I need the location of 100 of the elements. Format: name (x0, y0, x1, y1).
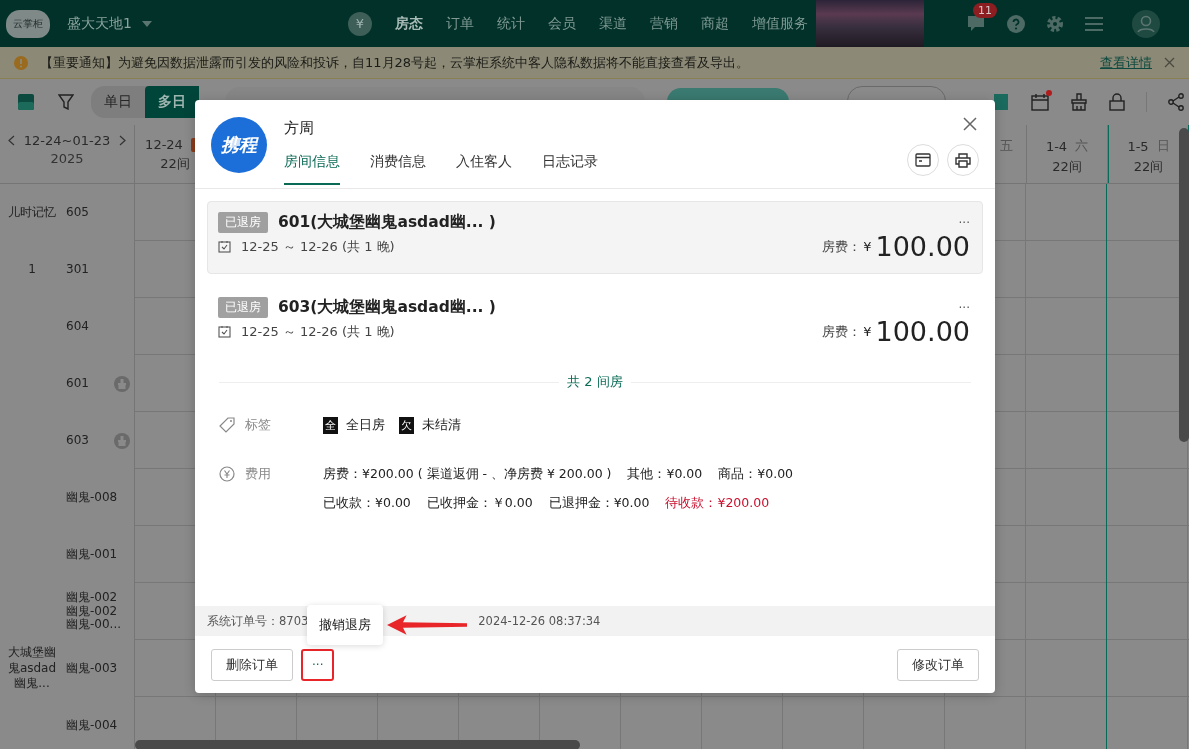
room-fee-amount: 100.00 (875, 233, 970, 260)
fee-item: 房费：¥200.00 ( 渠道返佣 - 、净房费 ¥ 200.00 ) (323, 465, 612, 483)
date-range: 12-24~01-23 (23, 133, 111, 148)
room-number[interactable]: 301 (66, 262, 89, 277)
message-count-badge: 11 (972, 2, 997, 18)
nav-menu-item[interactable]: 会员 (547, 14, 576, 33)
room-card[interactable]: 已退房 601(大城堡幽鬼asdad幽... ) ··· 12-25 ～ 12-26 (共 1 晚) 房费：¥100.00 (207, 201, 983, 274)
room-type-label: 儿时记忆 (7, 204, 57, 221)
avatar-icon[interactable] (1131, 9, 1160, 38)
nav-menu-item[interactable]: 增值服务 (751, 14, 808, 33)
previous-icon[interactable] (7, 135, 15, 146)
cloud-logo[interactable]: 云掌柜 (6, 9, 50, 38)
menu-icon[interactable] (1084, 16, 1103, 31)
room-title: 601(大城堡幽鬼asdad幽... ) (278, 212, 496, 233)
room-count: 22间 (1052, 158, 1082, 176)
filter-icon[interactable] (58, 94, 74, 110)
vertical-scrollbar[interactable] (1179, 128, 1189, 442)
tag-label: 全日房 (346, 416, 385, 434)
dialog-tab[interactable]: 消费信息 (370, 153, 426, 185)
fee-item: 其他：¥0.00 (627, 465, 703, 483)
edit-order-button[interactable]: 修改订单 (897, 648, 979, 681)
guest-name: 方周 (284, 119, 315, 138)
fee-item: 已收押金：￥0.00 (426, 494, 533, 512)
dialog-tab[interactable]: 日志记录 (542, 153, 598, 185)
dialog-tab[interactable]: 房间信息 (284, 153, 340, 185)
tag-label: 未结清 (422, 416, 461, 434)
more-button[interactable]: ··· (958, 300, 970, 315)
nav-menu-item[interactable]: 房态 (394, 14, 423, 33)
tag-icon (219, 417, 235, 433)
help-icon[interactable] (1006, 14, 1025, 33)
stay-dates: 12-25 ～ 12-26 (共 1 晚) (241, 237, 395, 256)
room-number[interactable]: 604 (66, 319, 89, 334)
nav-menu-item[interactable]: 营销 (649, 14, 678, 33)
chat-icon[interactable] (965, 14, 986, 33)
notice-text: 【重要通知】为避免因数据泄露而引发的风险和投诉，自11月28号起，云掌柜系统中客人隐私数据将不能直接查看及导出。 (40, 53, 750, 72)
day-date: 1-5 (1127, 138, 1149, 154)
settings-icon[interactable] (1045, 14, 1064, 33)
more-button[interactable]: ··· (958, 215, 970, 230)
fee-item: 商品：¥0.00 (718, 465, 794, 483)
day-date: 1-4 (1045, 138, 1068, 154)
card-icon (915, 153, 931, 167)
fee-label: 房费： (822, 237, 862, 256)
fee-item: 待收款：¥200.00 (665, 494, 770, 512)
warning-icon (14, 55, 28, 70)
close-icon[interactable] (963, 117, 977, 131)
close-icon[interactable] (1164, 57, 1175, 68)
view-mode-tab[interactable]: 单日 (91, 86, 145, 118)
view-mode-tab[interactable]: 多日 (145, 86, 199, 118)
calendar-check-icon (218, 325, 231, 338)
room-number[interactable]: 603 (66, 433, 89, 448)
share-icon[interactable] (1168, 93, 1184, 111)
fee-item: 已退押金：¥0.00 (548, 494, 650, 512)
room-count: 22间 (1133, 158, 1164, 176)
lock-icon[interactable] (1109, 93, 1125, 111)
undo-checkout-item[interactable]: 撤销退房 (319, 617, 371, 632)
room-number[interactable]: 幽鬼-004 (66, 718, 118, 733)
room-number[interactable]: 幽鬼-001 (66, 547, 118, 562)
calendar-check-icon (218, 240, 231, 253)
room-count: 22间 (160, 155, 190, 173)
room-number[interactable]: 幽鬼-008 (66, 490, 118, 505)
yen-circle-icon (219, 466, 235, 482)
room-type-label: 1 (27, 261, 37, 278)
room-number[interactable]: 605 (66, 205, 89, 220)
currency-symbol: ¥ (863, 239, 872, 254)
calendar-icon[interactable] (1031, 93, 1049, 111)
room-number[interactable]: 幽鬼-002 幽鬼-002 幽鬼-00... (66, 590, 122, 633)
next-icon[interactable] (119, 135, 127, 146)
checked-out-tag: 已退房 (218, 212, 268, 233)
room-title: 603(大城堡幽鬼asdad幽... ) (278, 297, 496, 318)
room-number[interactable]: 幽鬼-003 (66, 661, 118, 676)
card-button[interactable] (907, 144, 939, 176)
hotel-name[interactable]: 盛大天地1 (67, 14, 132, 33)
more-actions-button[interactable]: ··· (303, 650, 333, 679)
stay-dates: 12-25 ～ 12-26 (共 1 晚) (241, 322, 395, 341)
channel-logo: 携程 (211, 117, 267, 173)
day-date: 12-24 (145, 137, 183, 152)
dialog-tab[interactable]: 入住客人 (456, 153, 512, 185)
fee-label: 房费： (822, 322, 862, 341)
checked-out-tag: 已退房 (218, 297, 268, 318)
delete-order-button[interactable]: 删除订单 (211, 648, 293, 681)
color-swatch-icon[interactable] (18, 94, 34, 110)
room-card[interactable]: 已退房 603(大城堡幽鬼asdad幽... ) ··· 12-25 ～ 12-26 (共 1 晚) 房费：¥100.00 (207, 286, 983, 359)
print-button[interactable] (947, 144, 979, 176)
horizontal-scrollbar[interactable] (135, 740, 580, 749)
printer-icon (955, 152, 971, 168)
details-link[interactable]: 查看详情 (1100, 53, 1152, 72)
bookmark-icon[interactable] (992, 92, 1010, 112)
broom-icon[interactable] (1070, 93, 1088, 111)
room-total: 共 2 间房 (559, 373, 631, 391)
nav-menu-item[interactable]: 统计 (496, 14, 525, 33)
fee-item: 已收款：¥0.00 (323, 494, 411, 512)
nav-menu-item[interactable]: 渠道 (598, 14, 627, 33)
yen-icon[interactable]: ¥ (347, 11, 372, 36)
caret-icon[interactable] (141, 20, 152, 27)
year-label: 2025 (50, 151, 84, 166)
room-number[interactable]: 601 (66, 376, 89, 391)
tag-mark: 全 (323, 416, 338, 434)
nav-menu-item[interactable]: 商超 (700, 14, 729, 33)
nav-menu-item[interactable]: 订单 (445, 14, 474, 33)
order-time: 2024-12-26 08:37:34 (478, 614, 601, 628)
